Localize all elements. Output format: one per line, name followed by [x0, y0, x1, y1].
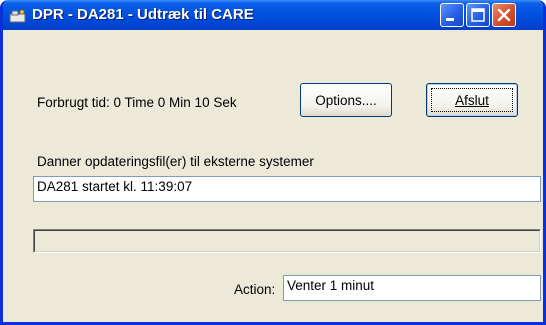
- progress-track: [34, 230, 540, 252]
- elapsed-time-label: Forbrugt tid: 0 Time 0 Min 10 Sek: [37, 95, 237, 110]
- program-icon: [9, 8, 27, 23]
- app-window: DPR - DA281 - Udtræk til CARE Forbrugt t…: [0, 0, 546, 325]
- close-icon: [497, 8, 511, 22]
- options-button-label: Options....: [315, 92, 377, 108]
- window-title: DPR - DA281 - Udtræk til CARE: [32, 6, 254, 23]
- progress-bar: [33, 229, 541, 253]
- minimize-icon: [446, 18, 454, 21]
- close-button[interactable]: [492, 3, 516, 27]
- status-field[interactable]: DA281 startet kl. 11:39:07: [33, 176, 541, 202]
- action-label: Action:: [234, 282, 276, 297]
- minimize-button[interactable]: [440, 3, 464, 27]
- title-bar[interactable]: DPR - DA281 - Udtræk til CARE: [3, 0, 543, 30]
- action-field[interactable]: Venter 1 minut: [283, 275, 541, 301]
- exit-button[interactable]: Afslut: [426, 83, 518, 117]
- status-label: Danner opdateringsfil(er) til eksterne s…: [37, 154, 314, 169]
- options-button[interactable]: Options....: [300, 83, 392, 117]
- maximize-button[interactable]: [466, 3, 490, 27]
- focus-rectangle: [431, 88, 513, 112]
- maximize-icon: [471, 8, 485, 22]
